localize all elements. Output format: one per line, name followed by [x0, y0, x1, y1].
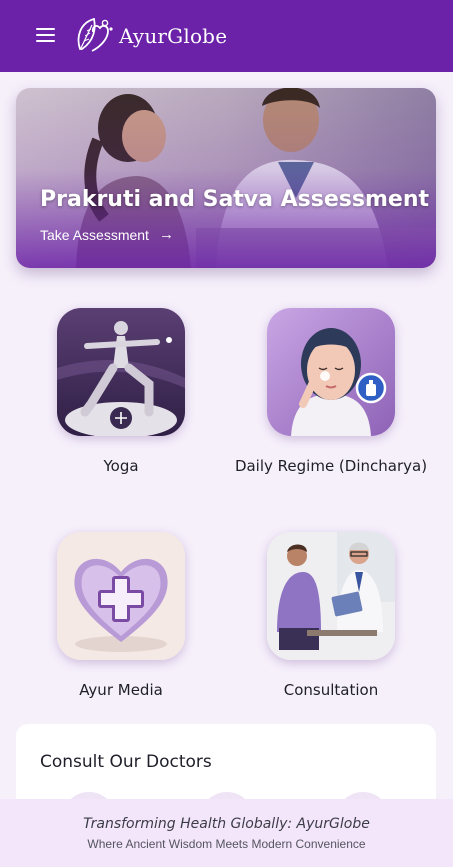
- assessment-banner[interactable]: Prakruti and Satva Assessment Take Asses…: [16, 88, 436, 268]
- tile-daily-regime[interactable]: Daily Regime (Dincharya): [231, 308, 431, 478]
- take-assessment-link[interactable]: Take Assessment →: [40, 226, 174, 243]
- hero-title: Prakruti and Satva Assessment: [40, 187, 429, 212]
- tile-yoga[interactable]: Yoga: [21, 308, 221, 478]
- leaf-heart-logo-icon[interactable]: [74, 15, 116, 57]
- footer-subline: Where Ancient Wisdom Meets Modern Conven…: [87, 837, 366, 851]
- app-header: AyurGlobe: [0, 0, 453, 72]
- app-footer: Transforming Health Globally: AyurGlobe …: [0, 799, 453, 867]
- tile-yoga-label: Yoga: [103, 457, 139, 475]
- tile-consultation-label: Consultation: [283, 681, 379, 699]
- consult-doctors-heading: Consult Our Doctors: [40, 752, 212, 772]
- tile-consultation[interactable]: Consultation: [231, 532, 431, 702]
- arrow-right-icon: →: [158, 226, 174, 243]
- ayur-media-image: [57, 532, 185, 660]
- tile-ayur-media[interactable]: Ayur Media: [21, 532, 221, 702]
- daily-regime-image: [267, 308, 395, 436]
- consultation-image: [267, 532, 395, 660]
- take-assessment-label: Take Assessment: [40, 226, 149, 243]
- tile-ayur-media-label: Ayur Media: [79, 681, 163, 699]
- yoga-image: [57, 308, 185, 436]
- hamburger-menu-icon[interactable]: [36, 27, 55, 43]
- tile-daily-regime-label: Daily Regime (Dincharya): [234, 457, 428, 475]
- brand-name[interactable]: AyurGlobe: [119, 24, 227, 48]
- footer-tagline: Transforming Health Globally: AyurGlobe: [83, 816, 370, 832]
